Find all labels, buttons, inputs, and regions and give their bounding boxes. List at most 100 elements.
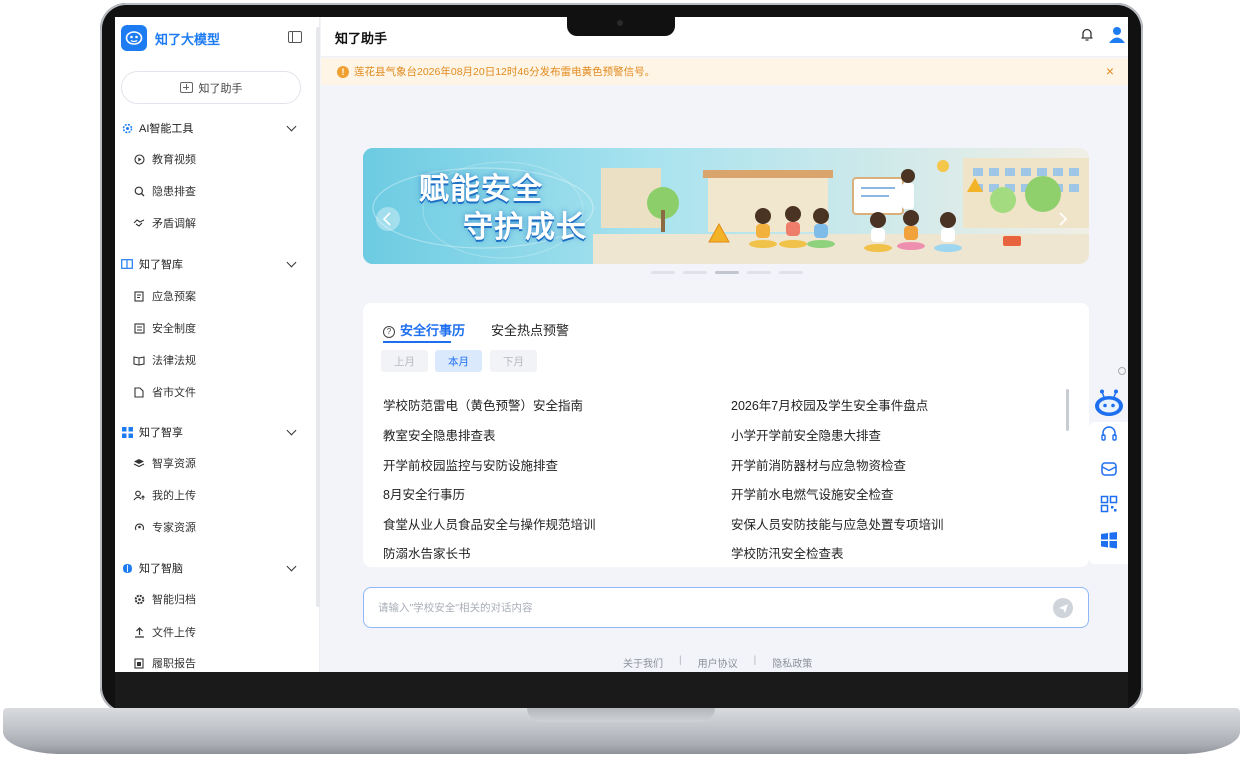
next-month-button[interactable]: 下月 <box>490 350 537 372</box>
list-item[interactable]: 2026年7月校园及学生安全事件盘点 <box>731 395 928 414</box>
sidebar-item-mediation[interactable]: 矛盾调解 <box>133 214 196 232</box>
sidebar-group-knowledge-base[interactable]: 知了智库 <box>121 254 301 274</box>
sidebar-item-file-upload[interactable]: 文件上传 <box>133 623 196 641</box>
sidebar-item-education-video[interactable]: 教育视频 <box>133 150 196 168</box>
user-upload-icon <box>133 489 145 501</box>
alert-text[interactable]: 莲花县气象台2026年08月20日12时46分发布雷电黄色预警信号。 <box>354 64 655 79</box>
active-tab-indicator <box>383 341 451 343</box>
sidebar-item-laws[interactable]: 法律法规 <box>133 351 196 369</box>
windows-icon[interactable] <box>1099 530 1119 550</box>
chevron-down-icon <box>286 257 297 268</box>
sidebar-item-hazard-check[interactable]: 隐患排查 <box>133 182 196 200</box>
sidebar-item-label: 智享资源 <box>152 458 196 470</box>
sidebar-item-label: 隐患排查 <box>152 186 196 198</box>
qr-code-icon[interactable] <box>1099 494 1119 514</box>
footer-link-privacy[interactable]: 隐私政策 <box>772 655 812 670</box>
footer-link-about[interactable]: 关于我们 <box>623 655 663 670</box>
grid-icon <box>121 426 133 438</box>
brand-name: 知了大模型 <box>155 31 221 47</box>
sidebar-item-duty-report[interactable]: 履职报告 <box>133 654 196 672</box>
sidebar-item-label: 法律法规 <box>152 355 196 367</box>
robot-assistant-icon[interactable] <box>1092 388 1126 418</box>
sidebar-item-safety-rules[interactable]: 安全制度 <box>133 319 196 337</box>
list-item[interactable]: 开学前消防器材与应急物资检查 <box>731 455 906 474</box>
sidebar-item-label: 智能归档 <box>152 594 196 606</box>
book-open-icon <box>121 258 133 270</box>
help-icon: ? <box>383 325 395 338</box>
sidebar-item-label: 省市文件 <box>152 387 196 399</box>
sidebar-item-label: 安全制度 <box>152 323 196 335</box>
sidebar-group-label: 知了智库 <box>139 259 183 271</box>
play-circle-icon <box>133 153 145 165</box>
sidebar-collapse-icon[interactable] <box>288 31 302 43</box>
list-item[interactable]: 学校防范雷电（黄色预警）安全指南 <box>383 395 583 414</box>
banner-dot[interactable] <box>747 271 771 274</box>
list-item[interactable]: 开学前校园监控与安防设施排查 <box>383 455 558 474</box>
list-item[interactable]: 开学前水电燃气设施安全检查 <box>731 484 894 503</box>
chevron-down-icon <box>286 425 297 436</box>
user-avatar-icon[interactable] <box>1109 26 1125 43</box>
list-item[interactable]: 防溺水告家长书 <box>383 543 471 559</box>
brand-logo-icon <box>121 25 147 51</box>
hero-banner[interactable]: 赋能安全 守护成长 <box>363 148 1089 264</box>
headset-icon[interactable] <box>1099 424 1119 444</box>
chat-input[interactable] <box>378 601 1018 614</box>
footer-link-terms[interactable]: 用户协议 <box>698 655 738 670</box>
brand[interactable]: 知了大模型 <box>121 25 220 51</box>
close-icon[interactable]: × <box>1106 64 1114 78</box>
sidebar-group-brain[interactable]: 知了智脑 <box>121 558 301 578</box>
sidebar-item-my-uploads[interactable]: 我的上传 <box>133 486 196 504</box>
layers-icon <box>133 457 145 469</box>
camera-notch <box>567 16 675 36</box>
sidebar: 知了大模型 知了助手 AI智能工具 教育视频 隐患排查 矛盾调解 知了智库 应急… <box>115 17 320 672</box>
app-screen: 知了大模型 知了助手 AI智能工具 教育视频 隐患排查 矛盾调解 知了智库 应急… <box>115 17 1128 672</box>
sidebar-item-provincial-files[interactable]: 省市文件 <box>133 383 196 401</box>
list-item[interactable]: 食堂从业人员食品安全与操作规范培训 <box>383 514 596 533</box>
list-item[interactable]: 安保人员安防技能与应急处置专项培训 <box>731 514 944 533</box>
banner-dot-active[interactable] <box>715 271 739 274</box>
report-icon <box>133 657 145 669</box>
list-item[interactable]: 8月安全行事历 <box>383 484 465 503</box>
sidebar-item-label: 专家资源 <box>152 522 196 534</box>
tab-safety-calendar[interactable]: ? 安全行事历 <box>383 320 465 339</box>
list-item[interactable]: 学校防汛安全检查表 <box>731 543 844 559</box>
this-month-button[interactable]: 本月 <box>435 350 482 372</box>
sidebar-item-shared-resources[interactable]: 智享资源 <box>133 454 196 472</box>
new-chat-button[interactable]: 知了助手 <box>121 71 301 104</box>
banner-dot[interactable] <box>683 271 707 274</box>
new-chat-icon <box>179 82 193 93</box>
plan-icon <box>133 290 145 302</box>
banner-dot[interactable] <box>651 271 675 274</box>
sidebar-group-ai-tools[interactable]: AI智能工具 <box>121 118 301 138</box>
sidebar-item-smart-archive[interactable]: 智能归档 <box>133 590 196 608</box>
send-button[interactable] <box>1053 598 1073 618</box>
bell-icon[interactable] <box>1080 27 1094 42</box>
list-item[interactable]: 教室安全隐患排查表 <box>383 425 496 444</box>
chevron-down-icon <box>286 561 297 572</box>
info-icon: ! <box>337 65 349 78</box>
send-icon <box>1058 603 1068 613</box>
list-item[interactable]: 小学开学前安全隐患大排查 <box>731 425 881 444</box>
tab-hot-alerts[interactable]: 安全热点预警 <box>491 320 569 339</box>
sidebar-item-label: 教育视频 <box>152 154 196 166</box>
floating-handle-icon[interactable] <box>1118 367 1126 375</box>
tab-label: 安全行事历 <box>400 323 466 338</box>
gear-icon <box>133 593 145 605</box>
sidebar-group-label: 知了智脑 <box>139 563 183 575</box>
event-list: 学校防范雷电（黄色预警）安全指南 2026年7月校园及学生安全事件盘点 教室安全… <box>383 389 1073 559</box>
floating-toolbar <box>1089 422 1128 564</box>
expert-icon <box>133 521 145 533</box>
prev-month-button[interactable]: 上月 <box>381 350 428 372</box>
top-bar: 知了助手 <box>321 17 1128 57</box>
message-icon[interactable] <box>1099 459 1119 479</box>
list-scrollbar[interactable] <box>1066 389 1069 431</box>
sidebar-item-emergency-plan[interactable]: 应急预案 <box>133 287 196 305</box>
weather-alert-bar: ! 莲花县气象台2026年08月20日12时46分发布雷电黄色预警信号。 × <box>321 58 1128 85</box>
banner-dot[interactable] <box>779 271 803 274</box>
sidebar-item-label: 履职报告 <box>152 658 196 670</box>
sidebar-item-expert-resources[interactable]: 专家资源 <box>133 518 196 536</box>
handshake-icon <box>133 217 145 229</box>
sidebar-item-label: 矛盾调解 <box>152 218 196 230</box>
sidebar-group-share[interactable]: 知了智享 <box>121 422 301 442</box>
sidebar-scrollbar[interactable] <box>316 27 320 607</box>
